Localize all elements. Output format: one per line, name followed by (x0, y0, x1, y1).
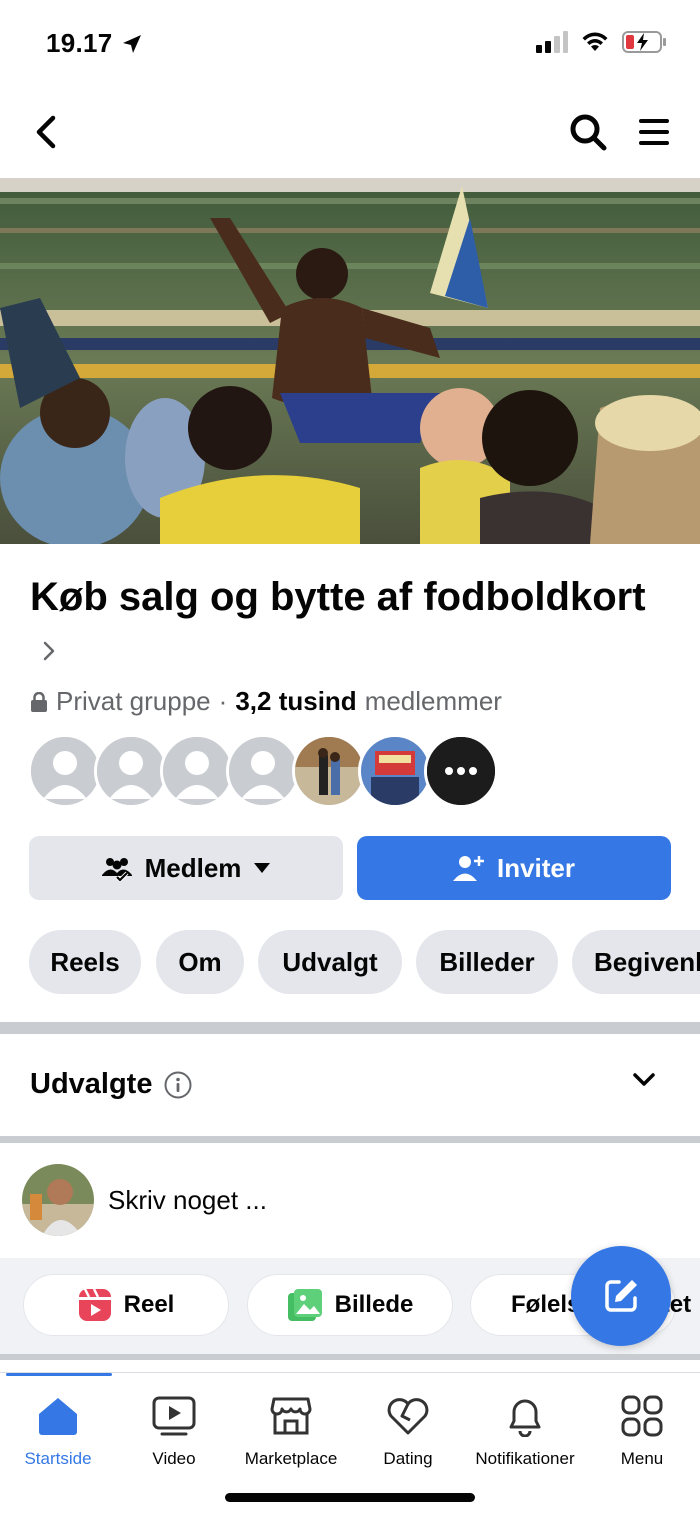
edit-icon (605, 1280, 637, 1312)
tab-reels-label: Reels (50, 946, 120, 977)
lock-icon (31, 691, 47, 712)
chevron-left-icon (36, 115, 56, 149)
section-divider (0, 1022, 700, 1034)
top-nav (0, 92, 700, 176)
tab-begivenheder-label: Begivenheder (594, 946, 700, 977)
photo-label: Billede (334, 1291, 414, 1318)
group-title-text: Køb salg og bytte af fodboldkort (30, 575, 646, 619)
menu-grid-icon (621, 1395, 663, 1437)
bottom-tab-bar: Startside Video Marketplace Dating Notif… (0, 1372, 700, 1515)
tab-billeder-label: Billeder (439, 946, 535, 977)
avatar[interactable] (226, 734, 300, 808)
tab-om[interactable]: Om (156, 930, 244, 994)
privacy-label: Privat gruppe (56, 686, 211, 716)
reel-label: Reel (123, 1291, 175, 1318)
back-button[interactable] (26, 112, 66, 152)
photo-icon (287, 1289, 322, 1321)
tab-menu-label: Menu (620, 1449, 664, 1468)
info-icon[interactable] (164, 1071, 192, 1099)
dating-icon (387, 1398, 429, 1435)
featured-section[interactable]: Udvalgte (0, 1034, 700, 1136)
reel-icon (78, 1288, 111, 1321)
composer-input[interactable]: Skriv noget ... (108, 1185, 267, 1216)
add-person-icon (452, 856, 484, 881)
cover-photo[interactable] (0, 178, 700, 544)
member-button-label: Medlem (144, 852, 242, 883)
menu-button[interactable] (634, 110, 674, 154)
avatar[interactable] (358, 734, 432, 808)
marketplace-icon (270, 1397, 312, 1435)
status-bar: 19.17 (0, 0, 700, 90)
tab-udvalgt-label: Udvalgt (282, 946, 378, 977)
invite-button[interactable]: Inviter (357, 836, 671, 900)
search-icon (570, 114, 607, 151)
location-arrow-icon (122, 34, 141, 53)
avatar[interactable] (28, 734, 102, 808)
featured-label: Udvalgte (30, 1068, 153, 1100)
members-check-icon (101, 858, 132, 881)
caret-down-icon (254, 863, 271, 873)
tab-notifications[interactable]: Notifikationer (467, 1393, 583, 1469)
active-tab-indicator (6, 1373, 112, 1376)
tab-begivenheder[interactable]: Begivenheder (572, 930, 700, 994)
tab-udvalgt[interactable]: Udvalgt (258, 930, 402, 994)
section-divider (0, 1136, 700, 1143)
hamburger-icon (639, 119, 669, 145)
more-members-button[interactable] (424, 734, 498, 808)
compose-post-fab[interactable] (571, 1246, 671, 1346)
chevron-right-icon (43, 642, 55, 661)
battery-charging-icon (622, 31, 666, 53)
status-time: 19.17 (46, 28, 113, 58)
cellular-signal-icon (536, 31, 568, 53)
avatar[interactable] (94, 734, 168, 808)
avatar[interactable] (160, 734, 234, 808)
search-button[interactable] (566, 110, 610, 154)
member-avatars[interactable] (28, 734, 498, 808)
tab-home[interactable]: Startside (0, 1393, 116, 1469)
bell-icon (509, 1399, 541, 1437)
home-icon (39, 1398, 77, 1435)
wifi-icon (582, 32, 608, 51)
tab-video-label: Video (152, 1449, 196, 1468)
tab-video[interactable]: Video (116, 1393, 232, 1469)
avatar[interactable] (292, 734, 366, 808)
tab-reels[interactable]: Reels (29, 930, 141, 994)
tab-notifications-label: Notifikationer (475, 1449, 575, 1468)
tab-dating[interactable]: Dating (350, 1393, 466, 1469)
tab-marketplace-label: Marketplace (244, 1449, 338, 1468)
tab-dating-label: Dating (383, 1449, 433, 1468)
tab-menu[interactable]: Menu (584, 1393, 700, 1469)
tab-billeder[interactable]: Billeder (416, 930, 558, 994)
member-button[interactable]: Medlem (29, 836, 343, 900)
video-icon (152, 1396, 196, 1436)
group-tabs: Reels Om Udvalgt Billeder Begivenheder (29, 930, 700, 994)
post-composer[interactable]: Skriv noget ... (0, 1143, 700, 1257)
tab-marketplace[interactable]: Marketplace (233, 1393, 349, 1469)
member-word: medlemmer (364, 686, 502, 716)
section-divider (0, 1354, 700, 1360)
meta-separator: · (218, 686, 228, 716)
tab-home-label: Startside (24, 1449, 92, 1468)
group-meta: Privat gruppe · 3,2 tusind medlemmer (30, 686, 502, 717)
home-indicator (225, 1493, 475, 1502)
user-avatar[interactable] (22, 1164, 94, 1236)
tab-om-label: Om (178, 946, 222, 977)
member-count: 3,2 tusind (235, 686, 357, 716)
reel-button[interactable]: Reel (23, 1274, 229, 1336)
photo-button[interactable]: Billede (247, 1274, 453, 1336)
invite-button-label: Inviter (496, 852, 576, 883)
chevron-down-icon[interactable] (632, 1072, 656, 1088)
group-title[interactable]: Køb salg og bytte af fodboldkort (30, 572, 670, 674)
